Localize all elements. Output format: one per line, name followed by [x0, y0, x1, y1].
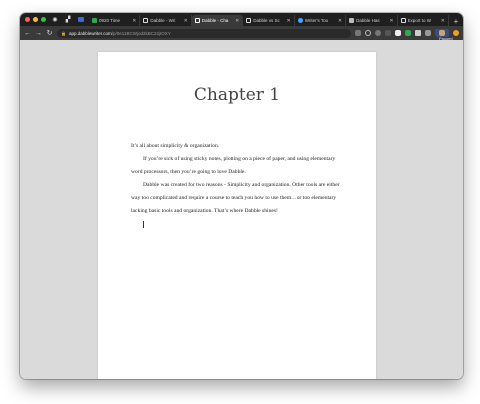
pinned-tab-icon[interactable]	[76, 15, 86, 24]
tab-bar: ◉ ▞ 0920 Time ✕ Dabble - Wri ✕ Dabble - …	[20, 13, 463, 26]
browser-window: ◉ ▞ 0920 Time ✕ Dabble - Wri ✕ Dabble - …	[20, 13, 463, 379]
tab-favicon-icon	[400, 18, 406, 23]
maximize-window-button[interactable]	[41, 17, 46, 22]
window-controls	[25, 17, 46, 22]
address-bar: ← → ↻ 🔒 app.dabblewriter.com/p/0e11BCWjo…	[20, 26, 463, 41]
tab-favicon-icon	[194, 18, 200, 23]
tab-title: Dabble Has	[356, 18, 380, 23]
url-domain: app.dabblewriter.com	[68, 30, 112, 36]
lock-icon: 🔒	[61, 30, 66, 36]
paragraph[interactable]: It’s all about simplicity & organization…	[131, 140, 346, 153]
new-tab-button[interactable]: +	[449, 17, 463, 26]
extensions-area: Paused	[355, 29, 459, 41]
extension-icon[interactable]	[425, 30, 431, 36]
tab-title: Dabble - Cha	[201, 18, 229, 23]
chapter-title[interactable]: Chapter 1	[98, 85, 376, 105]
pinned-tab-icon[interactable]: ▞	[63, 15, 73, 24]
browser-tab[interactable]: Dabble - Wri ✕	[140, 15, 192, 26]
close-tab-icon[interactable]: ✕	[389, 18, 393, 24]
tab-favicon-icon	[143, 18, 149, 23]
minimize-window-button[interactable]	[33, 17, 38, 22]
forward-arrow-icon[interactable]: →	[35, 30, 42, 37]
back-arrow-icon[interactable]: ←	[24, 30, 31, 37]
document-page[interactable]: Chapter 1 It’s all about simplicity & or…	[98, 52, 376, 379]
tab-favicon-icon	[92, 18, 97, 23]
extension-icon[interactable]	[395, 30, 401, 36]
close-window-button[interactable]	[25, 17, 30, 22]
reload-icon[interactable]: ↻	[46, 29, 53, 37]
text-cursor	[143, 221, 144, 228]
extension-icon[interactable]	[385, 30, 391, 36]
tab-title: Writer's Too	[304, 18, 329, 23]
tab-title: Dabble vs Sc	[253, 18, 280, 23]
bookmark-star-icon[interactable]	[375, 30, 381, 36]
close-tab-icon[interactable]: ✕	[184, 18, 188, 24]
browser-tab[interactable]: Export to W ✕	[398, 15, 449, 26]
tab-title: Dabble - Wri	[150, 18, 176, 23]
paragraph[interactable]: If you’re sick of using sticky notes, pl…	[131, 153, 346, 179]
close-tab-icon[interactable]: ✕	[441, 18, 445, 24]
profile-button[interactable]: Paused	[435, 29, 453, 41]
key-icon[interactable]	[355, 30, 361, 36]
tab-favicon-icon	[349, 18, 355, 23]
close-tab-icon[interactable]: ✕	[235, 18, 239, 24]
close-tab-icon[interactable]: ✕	[338, 18, 342, 24]
close-tab-icon[interactable]: ✕	[286, 18, 290, 24]
paragraph[interactable]: Dabble was created for two reasons - Sim…	[131, 179, 346, 218]
close-tab-icon[interactable]: ✕	[132, 18, 136, 24]
tab-favicon-icon	[246, 18, 252, 23]
pinned-tabs: ◉ ▞	[50, 15, 86, 24]
extension-icon[interactable]	[405, 30, 411, 36]
editor-area: Chapter 1 It’s all about simplicity & or…	[20, 40, 463, 379]
url-path: /p/0e11BCWjod2kBC22jIOXY	[111, 30, 171, 36]
tab-title: 0920 Time	[99, 18, 121, 23]
url-field[interactable]: 🔒 app.dabblewriter.com/p/0e11BCWjod2kBC2…	[57, 28, 351, 38]
document-body[interactable]: It’s all about simplicity & organization…	[131, 140, 346, 228]
pinned-tab-icon[interactable]: ◉	[50, 15, 60, 24]
tab-favicon-icon	[297, 18, 303, 23]
browser-menu-icon[interactable]	[453, 30, 459, 36]
browser-tab[interactable]: Dabble Has ✕	[346, 15, 398, 26]
tab-strip: 0920 Time ✕ Dabble - Wri ✕ Dabble - Cha …	[89, 13, 463, 26]
browser-tab[interactable]: Writer's Too ✕	[295, 15, 347, 26]
browser-tab-active[interactable]: Dabble - Cha ✕	[191, 15, 244, 26]
zoom-icon[interactable]	[365, 30, 371, 36]
puzzle-icon[interactable]	[415, 30, 421, 36]
browser-tab[interactable]: Dabble vs Sc ✕	[243, 15, 295, 26]
tab-title: Export to W	[407, 18, 432, 23]
browser-tab[interactable]: 0920 Time ✕	[89, 15, 141, 26]
